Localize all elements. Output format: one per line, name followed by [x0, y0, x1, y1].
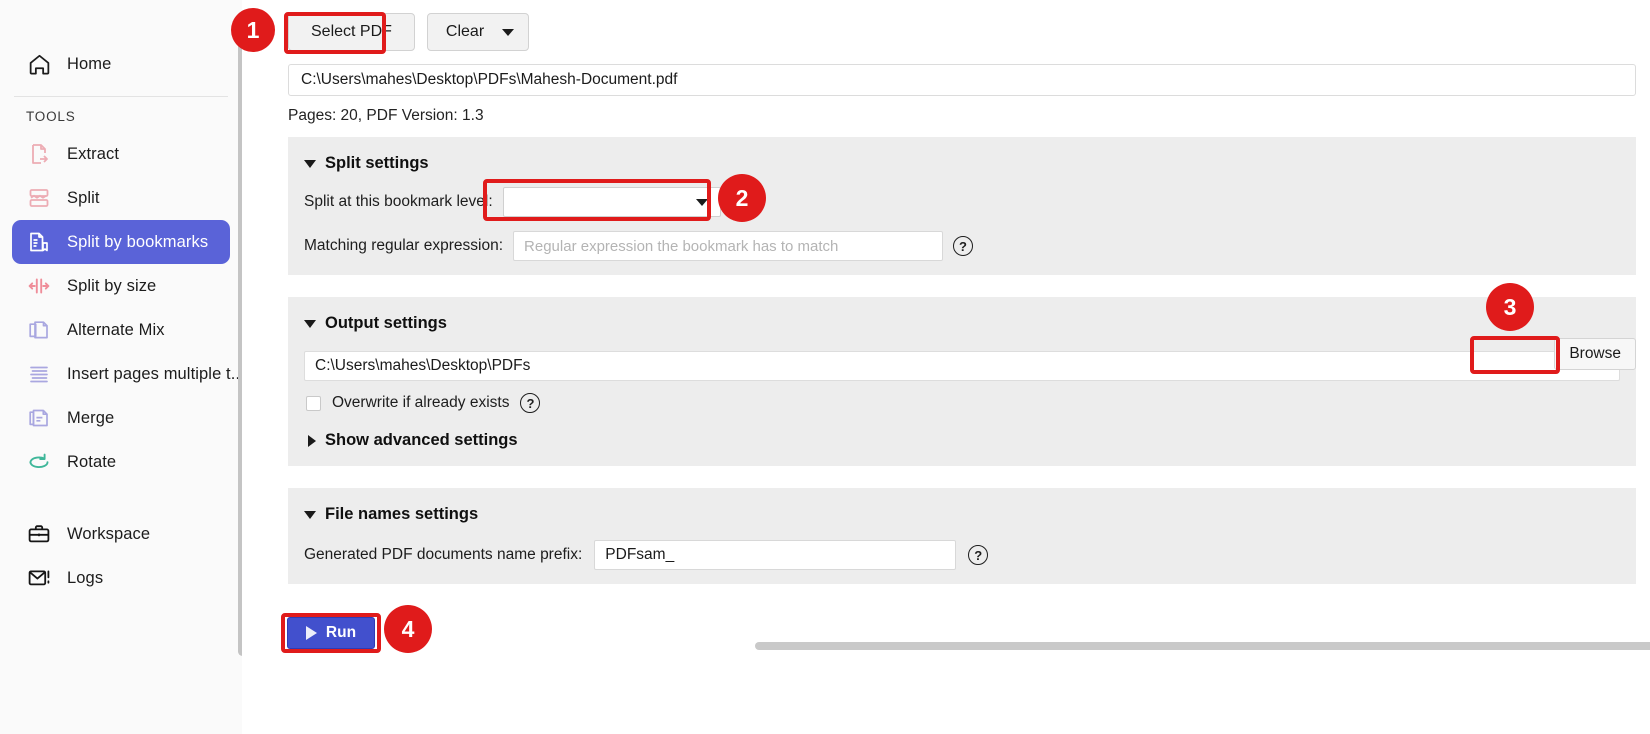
run-button[interactable]: Run [287, 617, 375, 649]
sidebar-item-label: Insert pages multiple t... [67, 365, 245, 384]
sidebar-item-rotate[interactable]: Rotate [12, 440, 230, 484]
bookmark-level-select[interactable] [503, 187, 721, 217]
browse-button[interactable]: Browse [1554, 338, 1636, 370]
sidebar-item-label: Alternate Mix [67, 321, 165, 340]
merge-icon [26, 405, 52, 431]
split-icon [26, 185, 52, 211]
sidebar-item-label: Extract [67, 145, 119, 164]
prefix-row: Generated PDF documents name prefix: PDF… [288, 524, 1636, 570]
chevron-down-icon [304, 511, 316, 519]
sidebar-item-label: Workspace [67, 525, 150, 544]
split-settings-panel: Split settings Split at this bookmark le… [288, 137, 1636, 275]
chevron-down-icon[interactable] [502, 29, 514, 36]
overwrite-row: Overwrite if already exists ? [288, 381, 1636, 413]
file-names-settings-title: File names settings [325, 505, 478, 524]
overwrite-label: Overwrite if already exists [332, 394, 509, 412]
home-icon [26, 51, 52, 77]
alternate-mix-icon [26, 317, 52, 343]
selected-file-path[interactable]: C:\Users\mahes\Desktop\PDFs\Mahesh-Docum… [288, 64, 1636, 96]
sidebar-item-label: Split by size [67, 277, 156, 296]
sidebar-item-home[interactable]: Home [12, 42, 230, 86]
bookmark-level-label: Split at this bookmark level: [304, 193, 493, 211]
overwrite-checkbox[interactable] [306, 396, 321, 411]
bookmark-level-row: Split at this bookmark level: [288, 187, 1636, 217]
output-settings-panel: Output settings C:\Users\mahes\Desktop\P… [288, 297, 1636, 466]
show-advanced-settings-label: Show advanced settings [325, 431, 518, 450]
clear-button-label: Clear [446, 23, 484, 41]
help-circle-icon[interactable]: ? [520, 393, 540, 413]
sidebar-item-workspace[interactable]: Workspace [12, 512, 230, 556]
workspace-icon [26, 521, 52, 547]
sidebar-item-label: Split by bookmarks [67, 233, 208, 252]
prefix-label: Generated PDF documents name prefix: [304, 546, 582, 564]
sidebar-item-label: Home [67, 55, 111, 74]
sidebar-item-split-by-size[interactable]: Split by size [12, 264, 230, 308]
sidebar-item-split[interactable]: Split [12, 176, 230, 220]
sidebar-item-label: Split [67, 189, 100, 208]
split-settings-title: Split settings [325, 154, 429, 173]
regex-input[interactable]: Regular expression the bookmark has to m… [513, 231, 943, 261]
main-content: Select PDF Clear C:\Users\mahes\Desktop\… [242, 0, 1650, 734]
regex-row: Matching regular expression: Regular exp… [288, 231, 1636, 261]
chevron-down-icon [696, 199, 708, 206]
help-circle-icon[interactable]: ? [953, 236, 973, 256]
top-toolbar: Select PDF Clear [264, 0, 1650, 64]
horizontal-scrollbar[interactable] [755, 642, 1650, 650]
output-settings-header[interactable]: Output settings [288, 309, 1636, 333]
sidebar-item-extract[interactable]: Extract [12, 132, 230, 176]
output-path-input[interactable]: C:\Users\mahes\Desktop\PDFs [304, 351, 1620, 381]
logs-icon [26, 565, 52, 591]
help-circle-icon[interactable]: ? [968, 545, 988, 565]
sidebar-item-logs[interactable]: Logs [12, 556, 230, 600]
file-names-settings-header[interactable]: File names settings [288, 500, 1636, 524]
sidebar-section-tools: TOOLS [12, 103, 230, 132]
extract-icon [26, 141, 52, 167]
sidebar-spacer [0, 484, 242, 512]
split-by-size-icon [26, 273, 52, 299]
sidebar-item-insert-pages[interactable]: Insert pages multiple t... [12, 352, 230, 396]
sidebar-item-label: Logs [67, 569, 103, 588]
pdf-info-text: Pages: 20, PDF Version: 1.3 [264, 96, 1650, 137]
rotate-icon [26, 449, 52, 475]
split-settings-header[interactable]: Split settings [288, 149, 1636, 173]
pdfsam-window: Home TOOLS Extract Split [0, 0, 1650, 734]
insert-pages-icon [26, 361, 52, 387]
sidebar-item-merge[interactable]: Merge [12, 396, 230, 440]
chevron-down-icon [304, 160, 316, 168]
prefix-input[interactable]: PDFsam_ [594, 540, 956, 570]
regex-label: Matching regular expression: [304, 237, 503, 255]
sidebar-item-split-by-bookmarks[interactable]: Split by bookmarks [12, 220, 230, 264]
select-pdf-button[interactable]: Select PDF [288, 13, 415, 51]
sidebar-divider [14, 96, 228, 97]
sidebar-item-alternate-mix[interactable]: Alternate Mix [12, 308, 230, 352]
sidebar-item-label: Merge [67, 409, 114, 428]
run-button-label: Run [326, 624, 356, 642]
file-names-settings-panel: File names settings Generated PDF docume… [288, 488, 1636, 584]
sidebar-item-label: Rotate [67, 453, 116, 472]
show-advanced-settings-toggle[interactable]: Show advanced settings [288, 413, 1636, 452]
clear-button[interactable]: Clear [427, 13, 529, 51]
output-settings-title: Output settings [325, 314, 447, 333]
split-by-bookmarks-icon [26, 229, 52, 255]
chevron-down-icon [304, 320, 316, 328]
chevron-right-icon [308, 435, 316, 447]
play-icon [306, 626, 317, 640]
sidebar: Home TOOLS Extract Split [0, 0, 242, 734]
